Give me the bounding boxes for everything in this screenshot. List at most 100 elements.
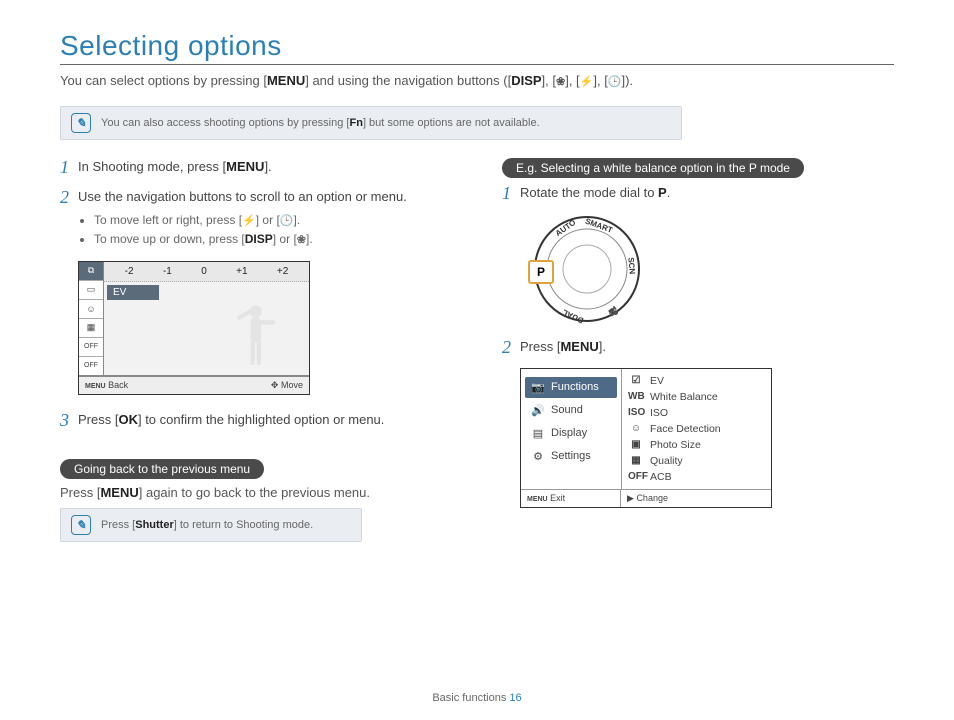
option-label: White Balance	[650, 391, 718, 403]
option-ev: ☑EV	[622, 373, 771, 389]
s2b-post: ].	[306, 232, 313, 246]
tip2-shutter: Shutter	[135, 519, 174, 531]
tip-fn: ✎ You can also access shooting options b…	[60, 106, 682, 140]
info-icon: ✎	[71, 113, 91, 133]
option-icon: ☺	[628, 423, 644, 434]
r-step-num-2: 2	[502, 338, 520, 358]
lcd-side-5: OFF	[79, 338, 103, 357]
lcd-footer: MENU Back ✥ Move	[79, 376, 309, 394]
scale-m1: -1	[163, 266, 172, 277]
sound-icon: 🔊	[531, 404, 545, 417]
rs1-post: .	[667, 185, 671, 200]
macro-icon-small: ❀	[297, 233, 306, 248]
intro-pre: You can select options by pressing [	[60, 73, 267, 88]
intro-text: You can select options by pressing [MENU…	[60, 73, 894, 88]
lcd-main: -2 -1 0 +1 +2 EV	[104, 262, 309, 375]
mode-dial: AUTO SMART SCN 🎥 DUAL P	[532, 214, 642, 324]
scale-0: 0	[201, 266, 207, 277]
step-num-3: 3	[60, 411, 78, 431]
lcd-sidebar: ⧉ ▭ ☺ ▦ OFF OFF	[79, 262, 104, 375]
r-step-num-1: 1	[502, 184, 520, 204]
s2-text: Use the navigation buttons to scroll to …	[78, 189, 407, 204]
option-iso: ISO ISO	[622, 405, 771, 421]
lcd-side-4: ▦	[79, 319, 103, 338]
option-icon: OFF	[628, 471, 644, 482]
menu-exit-glyph: MENU	[527, 496, 548, 503]
option-icon: WB	[628, 391, 644, 402]
lcd-side-3: ☺	[79, 300, 103, 319]
intro-post: ]).	[622, 73, 634, 88]
step-3: 3 Press [OK] to confirm the highlighted …	[60, 411, 452, 431]
ev-scale: -2 -1 0 +1 +2	[104, 262, 309, 282]
menu-item-functions: 📷 Functions	[525, 377, 617, 398]
option-icon: ISO	[628, 407, 644, 418]
option-label: Face Detection	[650, 423, 721, 435]
menu-item-label: Sound	[551, 404, 583, 416]
step-2-sub: To move left or right, press [⚡] or [🕒].…	[78, 212, 452, 249]
functions-icon: 📷	[531, 381, 545, 394]
lcd-move: Move	[281, 380, 303, 390]
lcd-side-ev: ⧉	[79, 262, 103, 281]
option-label: ACB	[650, 471, 672, 483]
going-post: ] again to go back to the previous menu.	[139, 485, 370, 500]
s2a-post: ].	[293, 213, 300, 227]
s2a-pre: To move left or right, press [	[94, 213, 242, 227]
option-face-detection: ☺ Face Detection	[622, 421, 771, 437]
ev-label: EV	[107, 285, 159, 300]
menu-screen: 📷Functions🔊Sound▤Display⚙Settings ☑EVWBW…	[520, 368, 772, 508]
option-photo-size: ▣Photo Size	[622, 437, 771, 453]
option-label: EV	[650, 375, 664, 387]
fn-glyph: Fn	[349, 117, 362, 129]
scale-m2: -2	[125, 266, 134, 277]
option-white-balance: WB White Balance	[622, 389, 771, 405]
step-num-1: 1	[60, 158, 78, 178]
tip2-post: ] to return to Shooting mode.	[174, 519, 313, 531]
menu-change-glyph: ▶	[627, 493, 634, 503]
rs1-p: P	[658, 185, 667, 200]
intro-sep3: ], [	[593, 73, 607, 88]
timer-icon: 🕒	[608, 75, 622, 88]
going-back-text: Press [MENU] again to go back to the pre…	[60, 485, 452, 500]
macro-icon: ❀	[556, 75, 565, 88]
silhouette-icon	[224, 301, 284, 371]
rs1-pre: Rotate the mode dial to	[520, 185, 658, 200]
move-icon: ✥	[271, 380, 279, 390]
page-footer: Basic functions 16	[0, 692, 954, 704]
menu-item-display: ▤Display	[525, 423, 617, 444]
settings-icon: ⚙	[531, 450, 545, 463]
step-num-2: 2	[60, 188, 78, 251]
intro-sep2: ], [	[565, 73, 579, 88]
info-icon-2: ✎	[71, 515, 91, 535]
mode-p-highlight: P	[528, 260, 554, 284]
timer-icon-small: 🕒	[280, 214, 294, 229]
option-acb: OFF ACB	[622, 469, 771, 485]
step-2: 2 Use the navigation buttons to scroll t…	[60, 188, 452, 251]
option-label: ISO	[650, 407, 668, 419]
tip1-post: ] but some options are not available.	[363, 117, 540, 129]
s2b-disp: DISP	[245, 232, 273, 246]
lcd-menu-glyph: MENU	[85, 383, 106, 390]
r-step-1: 1 Rotate the mode dial to P.	[502, 184, 894, 204]
scale-p1: +1	[236, 266, 247, 277]
r-step-2: 2 Press [MENU].	[502, 338, 894, 358]
menu-item-label: Display	[551, 427, 587, 439]
rs2-pre: Press [	[520, 339, 560, 354]
menu-exit: Exit	[550, 493, 565, 503]
sub-ud: To move up or down, press [DISP] or [❀].	[94, 231, 452, 248]
menu-change: Change	[636, 493, 668, 503]
option-label: Quality	[650, 455, 683, 467]
option-icon: ▦	[628, 455, 644, 466]
camera-lcd: ⧉ ▭ ☺ ▦ OFF OFF -2 -1 0 +1 +2 EV	[78, 261, 310, 395]
s2b-pre: To move up or down, press [	[94, 232, 245, 246]
sub-lr: To move left or right, press [⚡] or [🕒].	[94, 212, 452, 229]
menu-item-label: Settings	[551, 450, 591, 462]
menu-item-label: Functions	[551, 381, 599, 393]
menu-right-pane: ☑EV WB White Balance ISO ISO ☺ Face Detection ▣…	[622, 369, 771, 489]
going-menu: MENU	[100, 485, 138, 500]
option-icon: ▣	[628, 439, 644, 450]
intro-mid: ] and using the navigation buttons ([	[305, 73, 511, 88]
menu-left-pane: 📷 Functions 🔊 Sound ▤Display ⚙ Settings	[521, 369, 622, 489]
going-pre: Press [	[60, 485, 100, 500]
tip1-pre: You can also access shooting options by …	[101, 117, 349, 129]
svg-text:SCN: SCN	[626, 257, 636, 275]
